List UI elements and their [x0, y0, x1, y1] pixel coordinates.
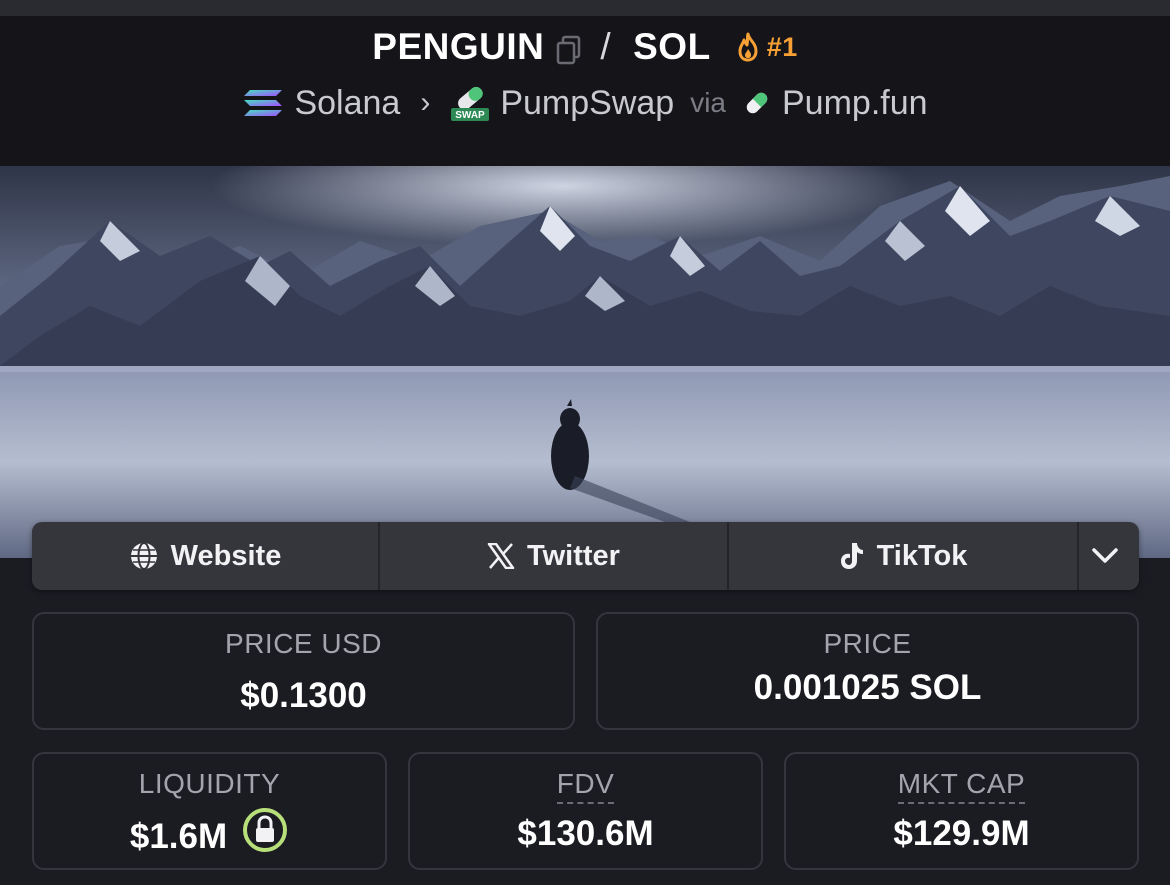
pair-title: PENGUIN / SOL #1: [0, 24, 1170, 70]
rank-text: #1: [766, 31, 798, 62]
market-cap-label-wrap: MKT CAP: [786, 768, 1137, 804]
via-label: via: [690, 87, 726, 118]
copy-icon[interactable]: [556, 32, 582, 65]
fdv-card[interactable]: FDV $130.6M: [408, 752, 763, 870]
price-usd-label: PRICE USD: [225, 628, 382, 659]
launchpad-link[interactable]: Pump.fun: [782, 84, 928, 123]
pill-icon: [746, 92, 768, 114]
liquidity-value-row: $1.6M: [34, 808, 385, 863]
trending-rank[interactable]: #1: [735, 32, 798, 63]
market-cap-label: MKT CAP: [897, 768, 1026, 804]
quote-token-symbol: SOL: [633, 26, 711, 67]
x-icon: [487, 543, 515, 569]
social-links-bar: Website Twitter TikTok: [32, 522, 1139, 590]
solana-icon: [244, 90, 283, 116]
fdv-label-wrap: FDV: [410, 768, 761, 804]
liquidity-label: LIQUIDITY: [138, 768, 281, 799]
globe-icon: [130, 542, 157, 570]
price-native-label: PRICE: [823, 628, 912, 659]
price-native-card: PRICE 0.001025 SOL: [596, 612, 1139, 730]
tiktok-icon: [840, 543, 863, 569]
top-strip: [0, 0, 1170, 16]
fdv-label: FDV: [556, 768, 615, 804]
pair-breadcrumb: Solana › SWAP PumpSwap via Pump.fun: [0, 80, 1170, 126]
website-button[interactable]: Website: [32, 522, 380, 590]
token-banner-image: [0, 166, 1170, 558]
dex-link[interactable]: PumpSwap: [500, 84, 674, 123]
twitter-label: Twitter: [527, 539, 620, 572]
fire-icon: [738, 32, 758, 62]
chevron-down-icon: [1092, 548, 1118, 563]
website-label: Website: [170, 539, 282, 572]
market-cap-card[interactable]: MKT CAP $129.9M: [784, 752, 1139, 870]
fdv-value: $130.6M: [517, 814, 654, 853]
twitter-button[interactable]: Twitter: [380, 522, 729, 590]
lock-icon[interactable]: [241, 806, 289, 863]
base-token-symbol: PENGUIN: [372, 26, 545, 67]
more-links-button[interactable]: [1079, 522, 1139, 590]
svg-text:SWAP: SWAP: [456, 110, 486, 121]
liquidity-value: $1.6M: [129, 816, 228, 856]
tiktok-button[interactable]: TikTok: [729, 522, 1079, 590]
tiktok-label: TikTok: [876, 539, 968, 572]
price-native-value: 0.001025 SOL: [753, 668, 982, 707]
price-usd-value: $0.1300: [240, 676, 367, 715]
market-cap-value: $129.9M: [893, 814, 1030, 853]
liquidity-card: LIQUIDITY $1.6M: [32, 752, 387, 870]
chain-link[interactable]: Solana: [294, 84, 400, 123]
price-usd-card: PRICE USD $0.1300: [32, 612, 575, 730]
pumpswap-icon: SWAP: [451, 86, 490, 121]
chevron-right-icon: ›: [420, 86, 431, 119]
pair-separator: /: [600, 26, 612, 67]
